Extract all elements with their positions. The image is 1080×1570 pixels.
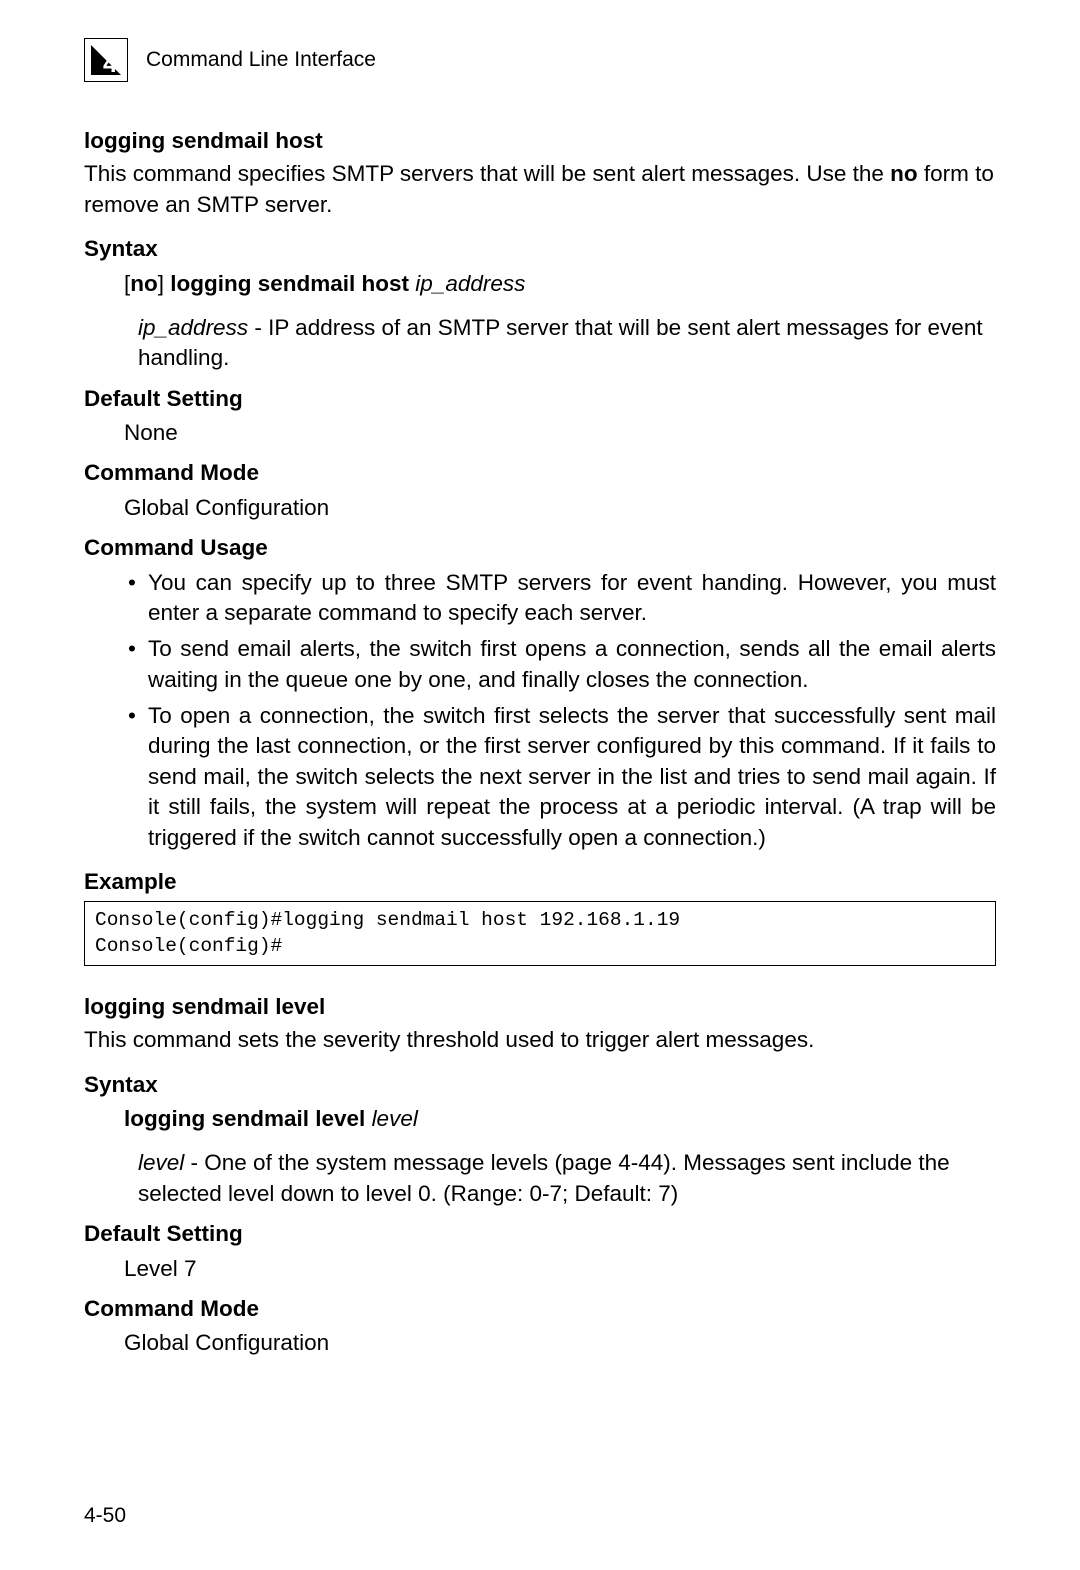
page-number: 4-50 bbox=[84, 1502, 126, 1530]
section2-default-value: Level 7 bbox=[84, 1254, 996, 1284]
section1-mode-value: Global Configuration bbox=[84, 493, 996, 523]
section1-title: logging sendmail host bbox=[84, 126, 996, 156]
section2-title: logging sendmail level bbox=[84, 992, 996, 1022]
list-item: To open a connection, the switch first s… bbox=[124, 701, 996, 853]
svg-text:4: 4 bbox=[103, 48, 118, 77]
section1-intro-bold: no bbox=[890, 161, 918, 186]
section1-param-desc: ip_address - IP address of an SMTP serve… bbox=[84, 313, 996, 374]
section2-intro: This command sets the severity threshold… bbox=[84, 1025, 996, 1055]
syntax-cmd: logging sendmail host bbox=[164, 271, 415, 296]
page-header: 4 Command Line Interface bbox=[84, 38, 996, 82]
param2-desc-text: One of the system message levels (page 4… bbox=[138, 1150, 950, 1205]
section1-default-value: None bbox=[84, 418, 996, 448]
triangle-4-icon: 4 bbox=[89, 43, 123, 77]
section1-usage-label: Command Usage bbox=[84, 533, 996, 563]
section1-usage-list: You can specify up to three SMTP servers… bbox=[84, 568, 996, 853]
section1-intro: This command specifies SMTP servers that… bbox=[84, 159, 996, 220]
section2-default-label: Default Setting bbox=[84, 1219, 996, 1249]
chapter-number-icon: 4 bbox=[84, 38, 128, 82]
param-name: ip_address bbox=[138, 315, 248, 340]
syntax2-cmd: logging sendmail level bbox=[124, 1106, 372, 1131]
section2-mode-label: Command Mode bbox=[84, 1294, 996, 1324]
syntax-param: ip_address bbox=[415, 271, 525, 296]
section2-syntax-line: logging sendmail level level bbox=[84, 1104, 996, 1134]
section2-syntax-label: Syntax bbox=[84, 1070, 996, 1100]
param2-sep: - bbox=[184, 1150, 204, 1175]
syntax-no: no bbox=[130, 271, 158, 296]
syntax2-param: level bbox=[372, 1106, 418, 1131]
section1-mode-label: Command Mode bbox=[84, 458, 996, 488]
param-sep: - bbox=[248, 315, 268, 340]
section1-syntax-label: Syntax bbox=[84, 234, 996, 264]
section1-default-label: Default Setting bbox=[84, 384, 996, 414]
list-item: You can specify up to three SMTP servers… bbox=[124, 568, 996, 629]
section1-intro-pre: This command specifies SMTP servers that… bbox=[84, 161, 890, 186]
section1-example-label: Example bbox=[84, 867, 996, 897]
section2-param-desc: level - One of the system message levels… bbox=[84, 1148, 996, 1209]
param2-name: level bbox=[138, 1150, 184, 1175]
list-item: To send email alerts, the switch first o… bbox=[124, 634, 996, 695]
section1-example-code: Console(config)#logging sendmail host 19… bbox=[84, 901, 996, 966]
section1-syntax-line: [no] logging sendmail host ip_address bbox=[84, 269, 996, 299]
chapter-title: Command Line Interface bbox=[146, 46, 376, 74]
section2-mode-value: Global Configuration bbox=[84, 1328, 996, 1358]
